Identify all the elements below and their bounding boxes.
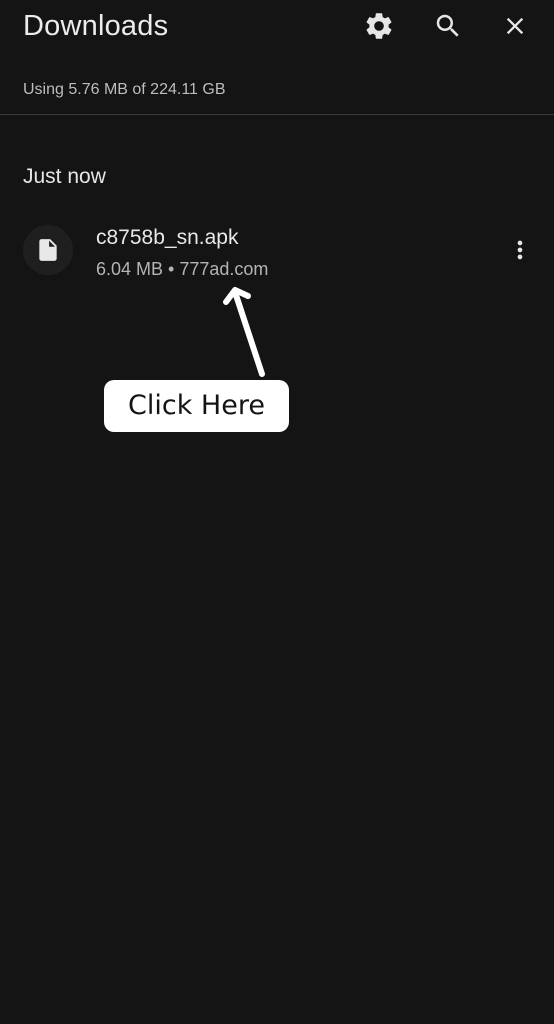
storage-usage-text: Using 5.76 MB of 224.11 GB	[23, 81, 226, 98]
close-icon	[506, 17, 524, 35]
file-name: c8758b_sn.apk	[96, 226, 239, 249]
search-icon	[436, 14, 459, 37]
close-button[interactable]	[495, 6, 535, 46]
gear-icon	[366, 13, 392, 39]
arrow-up-icon	[223, 287, 265, 377]
page-title: Downloads	[23, 10, 169, 42]
downloads-screen: Downloads Using 5.76 MB of 224.11 GB Jus…	[0, 0, 554, 1024]
click-here-callout: Click Here	[104, 380, 289, 432]
settings-button[interactable]	[359, 6, 399, 46]
search-button[interactable]	[428, 6, 468, 46]
file-meta: 6.04 MB • 777ad.com	[96, 259, 269, 279]
app-bar: Downloads	[0, 0, 554, 52]
file-thumbnail	[23, 225, 73, 275]
file-icon	[39, 239, 57, 261]
divider	[0, 114, 554, 115]
more-options-button[interactable]	[500, 230, 540, 270]
more-vert-icon	[517, 240, 523, 260]
download-item[interactable]: c8758b_sn.apk 6.04 MB • 777ad.com	[0, 216, 554, 288]
section-header-just-now: Just now	[23, 165, 106, 188]
